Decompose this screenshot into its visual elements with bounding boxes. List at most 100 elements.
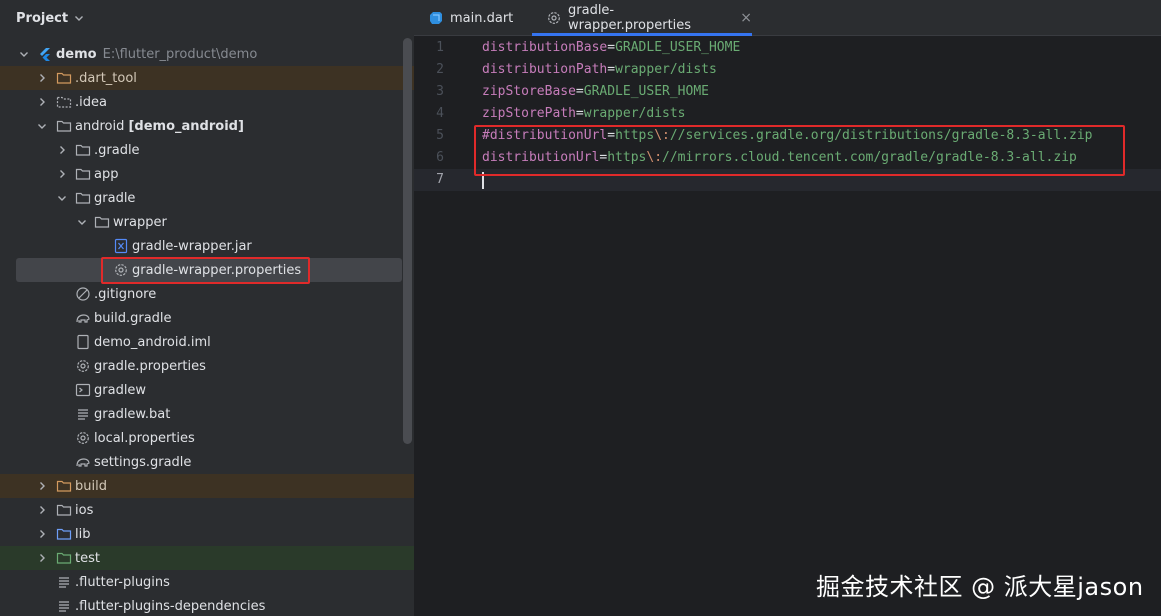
tree-item-gitignore[interactable]: .gitignore [0, 282, 414, 306]
tab-main-dart[interactable]: main.dart [414, 0, 532, 36]
chevron-right-icon[interactable] [36, 504, 48, 516]
line-number: 4 [436, 106, 444, 121]
panel-header: Project [0, 0, 414, 36]
tree-scrollbar[interactable] [403, 38, 412, 444]
code-line: 4 zipStorePath=wrapper/dists [414, 103, 1161, 125]
tab-gradle-wrapper-properties[interactable]: gradle-wrapper.properties × [532, 0, 752, 36]
annotation-box [474, 125, 1125, 176]
code-line: 3 zipStoreBase=GRADLE_USER_HOME [414, 81, 1161, 103]
tree-item-demo-android-iml[interactable]: demo_android.iml [0, 330, 414, 354]
line-number: 5 [436, 128, 444, 143]
ignore-icon [75, 286, 91, 302]
tree-item-lib[interactable]: lib [0, 522, 414, 546]
tree-item-gradlew[interactable]: gradlew [0, 378, 414, 402]
tree-item-build[interactable]: build [0, 474, 414, 498]
tree-item-ios[interactable]: ios [0, 498, 414, 522]
tree-item-android[interactable]: android [demo_android] [0, 114, 414, 138]
folder-icon [75, 142, 91, 158]
project-path: E:\flutter_product\demo [102, 46, 258, 62]
tree-item-label: demo E:\flutter_product\demo [56, 46, 258, 62]
chevron-right-icon[interactable] [36, 528, 48, 540]
gear-icon [546, 10, 562, 26]
watermark: 掘金技术社区 @ 派大星jason [816, 573, 1144, 601]
tree-item-label: .flutter-plugins [75, 574, 170, 590]
tab-label: main.dart [450, 10, 514, 26]
tree-item-flutter-plugins[interactable]: .flutter-plugins [0, 570, 414, 594]
tree-item-flutter-plugins-dependencies[interactable]: .flutter-plugins-dependencies [0, 594, 414, 616]
chevron-right-icon[interactable] [56, 168, 68, 180]
text-file-icon [75, 406, 91, 422]
chevron-down-icon[interactable] [76, 216, 88, 228]
tree-item-build-gradle[interactable]: build.gradle [0, 306, 414, 330]
chevron-right-icon[interactable] [36, 480, 48, 492]
chevron-right-icon[interactable] [36, 72, 48, 84]
tab-label: gradle-wrapper.properties [568, 3, 692, 33]
tree-item-local-properties[interactable]: local.properties [0, 426, 414, 450]
tree-item-settings-gradle[interactable]: settings.gradle [0, 450, 414, 474]
chevron-right-icon[interactable] [56, 144, 68, 156]
text-file-icon [56, 574, 72, 590]
tree-item-gradle-properties[interactable]: gradle.properties [0, 354, 414, 378]
line-number: 6 [436, 150, 444, 165]
folder-icon [56, 118, 72, 134]
dart-icon [428, 10, 444, 26]
text-file-icon [56, 598, 72, 614]
tree-item-dart-tool[interactable]: .dart_tool [0, 66, 414, 90]
tree-item-label: build.gradle [94, 310, 172, 326]
terminal-icon [75, 382, 91, 398]
code-line: 2 distributionPath=wrapper/dists [414, 59, 1161, 81]
project-panel: Project demo E:\flutter_product\demo .dar… [0, 0, 414, 616]
chevron-down-icon[interactable] [18, 48, 30, 60]
code-line: 1 distributionBase=GRADLE_USER_HOME [414, 37, 1161, 59]
chevron-down-icon[interactable] [73, 12, 85, 24]
chevron-right-icon[interactable] [36, 96, 48, 108]
folder-icon [56, 94, 72, 110]
line-number: 1 [436, 40, 444, 55]
folder-icon [75, 190, 91, 206]
close-icon[interactable]: × [740, 10, 752, 26]
tree-item-label: test [75, 550, 100, 566]
line-number: 3 [436, 84, 444, 99]
line-number: 7 [436, 172, 444, 187]
panel-title[interactable]: Project [16, 11, 68, 26]
folder-icon [94, 214, 110, 230]
tree-item-app[interactable]: app [0, 162, 414, 186]
tree-item-label: build [75, 478, 107, 494]
tree-item-label: .gradle [94, 142, 140, 158]
tree-item-wrapper[interactable]: wrapper [0, 210, 414, 234]
folder-icon [56, 70, 72, 86]
tree-item-label: lib [75, 526, 91, 542]
tree-item-label: gradle.properties [94, 358, 206, 374]
editor: main.dart gradle-wrapper.properties × 1 … [414, 0, 1161, 616]
tree-item-label: local.properties [94, 430, 195, 446]
tree-item-gradlew-bat[interactable]: gradlew.bat [0, 402, 414, 426]
tree-item-label: settings.gradle [94, 454, 192, 470]
chevron-down-icon[interactable] [56, 192, 68, 204]
chevron-right-icon[interactable] [36, 552, 48, 564]
tree-item-gradle[interactable]: gradle [0, 186, 414, 210]
tree-item-gradle-wrapper-jar[interactable]: gradle-wrapper.jar [0, 234, 414, 258]
gear-icon [75, 430, 91, 446]
tree-item-label: demo_android.iml [94, 334, 211, 350]
tree-item-idea[interactable]: .idea [0, 90, 414, 114]
gear-icon [75, 358, 91, 374]
flutter-icon [37, 46, 53, 62]
annotation-box [101, 257, 310, 284]
chevron-down-icon[interactable] [36, 120, 48, 132]
tree-item-label: gradlew [94, 382, 147, 398]
active-tab-indicator [532, 33, 752, 36]
folder-icon [75, 166, 91, 182]
tree-item-demo[interactable]: demo E:\flutter_product\demo [0, 42, 414, 66]
tree-item-label: ios [75, 502, 94, 518]
editor-tab-bar: main.dart gradle-wrapper.properties × [414, 0, 1161, 36]
line-number: 2 [436, 62, 444, 77]
tree-item-label: gradle-wrapper.jar [132, 238, 252, 254]
folder-icon [56, 502, 72, 518]
gradle-icon [75, 454, 91, 470]
tree-item-label: .dart_tool [75, 70, 137, 86]
folder-icon [56, 526, 72, 542]
tree-item-test[interactable]: test [0, 546, 414, 570]
gradle-icon [75, 310, 91, 326]
tree-item-dot-gradle[interactable]: .gradle [0, 138, 414, 162]
folder-icon [56, 478, 72, 494]
